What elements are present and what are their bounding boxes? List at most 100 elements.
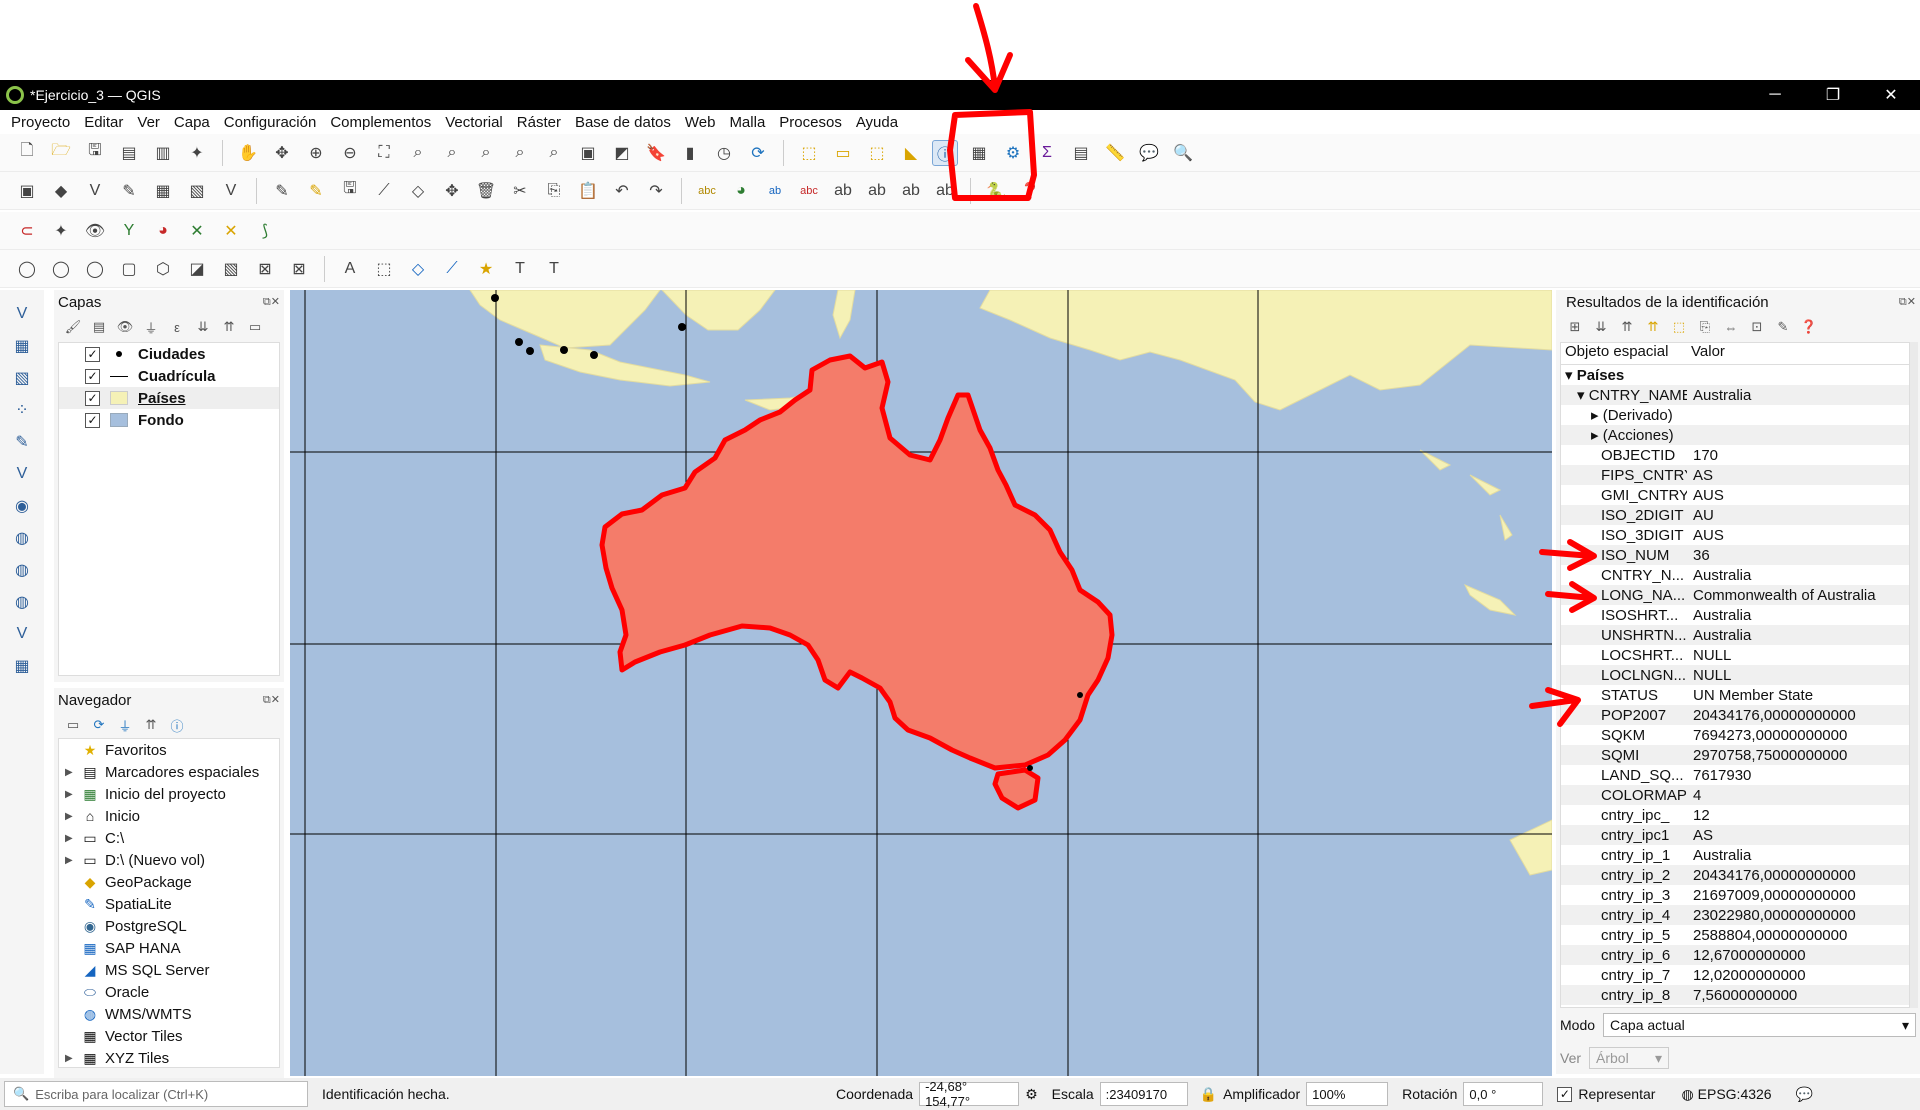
show-bookmarks-icon[interactable]: ▮: [677, 140, 703, 166]
select-features-icon[interactable]: ⬚: [796, 140, 822, 166]
menu-malla[interactable]: Malla: [729, 114, 765, 131]
attribute-row[interactable]: cntry_ip_7 12,02000000000: [1561, 965, 1909, 985]
attribute-row[interactable]: ISO_2DIGIT AU: [1561, 505, 1909, 525]
add-delimited-text-layer-icon[interactable]: ✎: [8, 430, 36, 454]
vertex-tool-icon[interactable]: ✥: [439, 178, 465, 204]
style-panel-icon[interactable]: 🖌: [64, 318, 82, 336]
attribute-row[interactable]: cntry_ip_8 7,56000000000: [1561, 985, 1909, 1005]
add-point-cloud-icon[interactable]: ⁘: [8, 398, 36, 422]
self-snapping-icon[interactable]: ⟆: [252, 218, 278, 244]
layer-visibility-checkbox[interactable]: ✓: [85, 390, 100, 406]
help-icon[interactable]: ❓: [1017, 178, 1043, 204]
mode-select[interactable]: Capa actual ▾: [1603, 1013, 1916, 1037]
pan-icon[interactable]: ✋: [235, 140, 261, 166]
close-button[interactable]: ✕: [1862, 85, 1920, 105]
save-edits-icon[interactable]: 🖫: [337, 178, 363, 204]
layer-visibility-checkbox[interactable]: ✓: [85, 346, 100, 362]
diagram-icon[interactable]: ◕: [728, 178, 754, 204]
undo-icon[interactable]: ↶: [609, 178, 635, 204]
redo-icon[interactable]: ↷: [643, 178, 669, 204]
layer-row-cuadricula[interactable]: ✓ Cuadrícula: [59, 365, 279, 387]
attribute-row[interactable]: POP2007 20434176,00000000000: [1561, 705, 1909, 725]
add-spatialite-icon[interactable]: V: [8, 462, 36, 486]
measure-line-icon[interactable]: 📏: [1102, 140, 1128, 166]
panel-float-close-icon[interactable]: ⧉✕: [1899, 295, 1916, 309]
toggle-view-icon[interactable]: ⇔: [1722, 318, 1740, 336]
locator-input[interactable]: 🔍 Escriba para localizar (Ctrl+K): [4, 1081, 308, 1107]
browser-item[interactable]: ▦ SAP HANA: [59, 937, 279, 959]
globe-icon[interactable]: ◍: [1681, 1086, 1693, 1103]
add-raster-layer-icon[interactable]: ▦: [8, 334, 36, 358]
add-ring-icon[interactable]: ◯: [14, 256, 40, 282]
add-xyz-layer-icon[interactable]: ◍: [8, 558, 36, 582]
attribute-row[interactable]: LOCLNGN... NULL: [1561, 665, 1909, 685]
attribute-row[interactable]: cntry_ip_3 21697009,00000000000: [1561, 885, 1909, 905]
add-group-icon[interactable]: ▤: [90, 318, 108, 336]
add-wcs-layer-icon[interactable]: ◍: [8, 590, 36, 614]
new-3d-view-icon[interactable]: ◩: [609, 140, 635, 166]
fill-ring-icon[interactable]: ◯: [82, 256, 108, 282]
attribute-row[interactable]: CNTRY_N... Australia: [1561, 565, 1909, 585]
clear-results-icon[interactable]: ⬚: [1670, 318, 1688, 336]
feature-node-row[interactable]: ▾ CNTRY_NAME Australia: [1561, 385, 1909, 405]
split-features-icon[interactable]: ⊠: [252, 256, 278, 282]
refresh-icon[interactable]: ⟳: [90, 716, 108, 734]
expand-all-icon[interactable]: ⇊: [194, 318, 212, 336]
browser-item[interactable]: ▶ ⌂ Inicio: [59, 805, 279, 827]
new-bookmark-icon[interactable]: 🔖: [643, 140, 669, 166]
add-postgis-icon[interactable]: ◉: [8, 494, 36, 518]
delete-icon[interactable]: 🗑: [473, 178, 499, 204]
attribute-row[interactable]: UNSHRTN... Australia: [1561, 625, 1909, 645]
topological-editing-icon[interactable]: ◕: [150, 218, 176, 244]
menu-editar[interactable]: Editar: [84, 114, 123, 131]
new-project-icon[interactable]: 🗋: [14, 140, 40, 166]
map-tips-icon[interactable]: 💬: [1136, 140, 1162, 166]
browser-item[interactable]: ▦ Vector Tiles: [59, 1025, 279, 1047]
offset-curve-icon[interactable]: ▧: [218, 256, 244, 282]
layer-visibility-checkbox[interactable]: ✓: [85, 412, 100, 428]
current-edits-icon[interactable]: ✎: [269, 178, 295, 204]
zoom-in-icon[interactable]: ⊕: [303, 140, 329, 166]
add-feature-icon[interactable]: ◇: [405, 178, 431, 204]
settings-icon[interactable]: ✎: [1774, 318, 1792, 336]
style-manager-icon[interactable]: ✦: [184, 140, 210, 166]
layer-row-fondo[interactable]: ✓ Fondo: [59, 409, 279, 431]
add-vector-layer-icon[interactable]: V: [8, 302, 36, 326]
browser-item[interactable]: ✎ SpatiaLite: [59, 893, 279, 915]
layer-row-ciudades[interactable]: ✓ Ciudades: [59, 343, 279, 365]
avoid-overlap-icon[interactable]: ✕: [218, 218, 244, 244]
save-project-icon[interactable]: 🖫: [82, 140, 108, 166]
menu-procesos[interactable]: Procesos: [779, 114, 842, 131]
select-location-icon[interactable]: ◣: [898, 140, 924, 166]
browser-item[interactable]: ★ Favoritos: [59, 739, 279, 761]
add-selected-layers-icon[interactable]: ▭: [64, 716, 82, 734]
attribute-row[interactable]: OBJECTID 170: [1561, 445, 1909, 465]
cut-icon[interactable]: ✂: [507, 178, 533, 204]
polygon-annotation-icon[interactable]: ◇: [405, 256, 431, 282]
collapse-all-icon[interactable]: ⇈: [1618, 318, 1636, 336]
text-tool-icon[interactable]: T: [541, 256, 567, 282]
magnifier-field[interactable]: 100%: [1306, 1082, 1389, 1106]
expand-new-icon[interactable]: ⇈: [1644, 318, 1662, 336]
data-source-manager-icon[interactable]: ▣: [14, 178, 40, 204]
add-wms-layer-icon[interactable]: ◍: [8, 526, 36, 550]
new-temporary-layer-icon[interactable]: ▦: [8, 654, 36, 678]
coordinate-field[interactable]: -24,68° 154,77°: [919, 1079, 1020, 1109]
scale-field[interactable]: :23409170: [1099, 1082, 1188, 1106]
browser-item[interactable]: ◆ GeoPackage: [59, 871, 279, 893]
browser-item[interactable]: ▶ ▦ XYZ Tiles: [59, 1047, 279, 1067]
help-icon[interactable]: ❓: [1800, 318, 1818, 336]
filter-expression-icon[interactable]: ε: [168, 318, 186, 336]
attribute-row[interactable]: FIPS_CNTRY AS: [1561, 465, 1909, 485]
filter-browser-icon[interactable]: ⏚: [116, 716, 134, 734]
manage-visibility-icon[interactable]: 👁: [116, 318, 134, 336]
digitize-icon[interactable]: ⟋: [371, 178, 397, 204]
statistical-summary-icon[interactable]: Σ: [1034, 140, 1060, 166]
collapse-all-icon[interactable]: ⇈: [142, 716, 160, 734]
label-icon[interactable]: abc: [694, 178, 720, 204]
remove-layer-icon[interactable]: ▭: [246, 318, 264, 336]
add-vertex-icon[interactable]: V: [218, 178, 244, 204]
menu-proyecto[interactable]: Proyecto: [11, 114, 70, 131]
attribute-row[interactable]: ISO_3DIGIT AUS: [1561, 525, 1909, 545]
layer-node-row[interactable]: ▾ Países: [1561, 365, 1909, 385]
